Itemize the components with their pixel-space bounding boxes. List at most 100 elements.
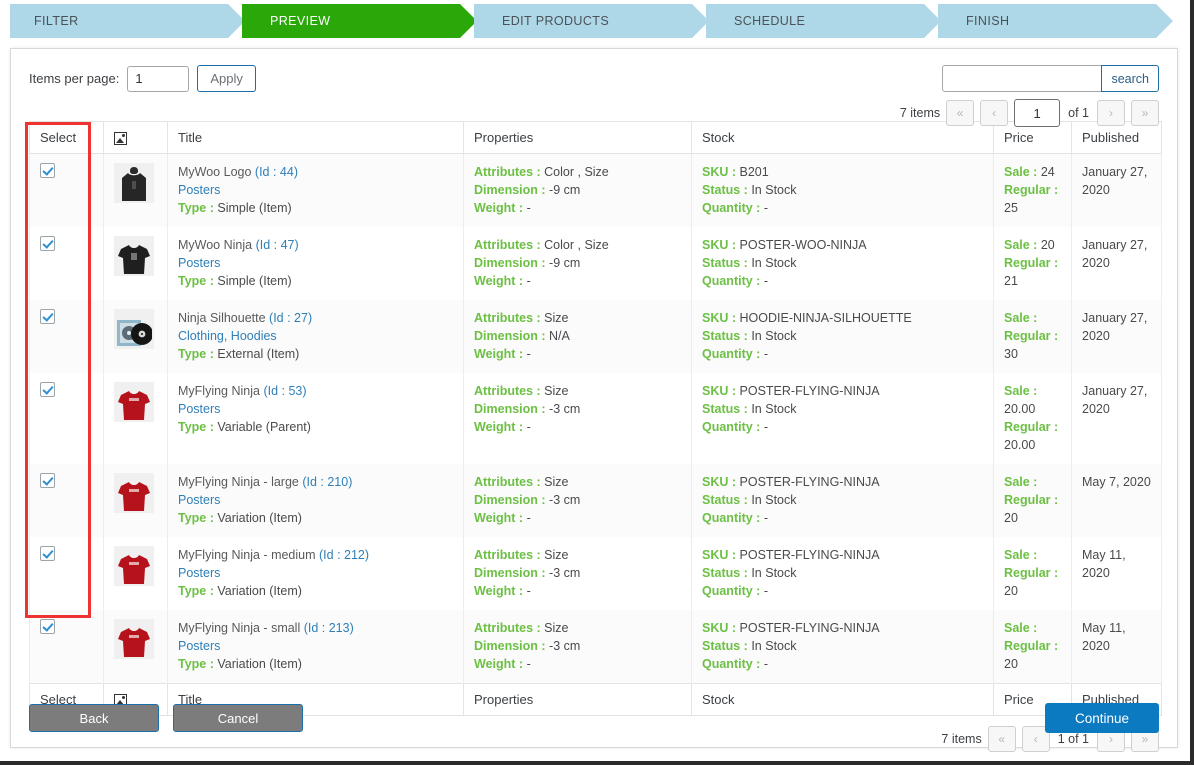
search-input[interactable] (942, 65, 1103, 92)
product-dimension: Dimension : -3 cm (474, 566, 581, 580)
product-category[interactable]: Clothing, Hoodies (178, 327, 453, 345)
product-title[interactable]: MyFlying Ninja - large (Id : 210) (178, 473, 453, 491)
row-checkbox[interactable] (40, 382, 55, 397)
items-per-page-input[interactable] (127, 65, 190, 92)
last-page-button-top[interactable]: » (1131, 100, 1159, 126)
table-row[interactable]: MyFlying Ninja - large (Id : 210) Poster… (29, 464, 1162, 537)
row-select-cell[interactable] (29, 300, 104, 373)
product-category[interactable]: Posters (178, 491, 453, 509)
step-edit-products[interactable]: EDIT PRODUCTS (474, 4, 709, 38)
product-title[interactable]: MyWoo Logo (Id : 44) (178, 163, 453, 181)
table-row[interactable]: MyWoo Logo (Id : 44) Posters Type : Simp… (29, 153, 1162, 227)
next-page-button-top[interactable]: › (1097, 100, 1125, 126)
row-checkbox[interactable] (40, 163, 55, 178)
product-thumbnail (114, 309, 154, 349)
product-regular-price: Regular : 20.00 (1004, 420, 1059, 452)
search-button[interactable]: search (1101, 65, 1159, 92)
prev-page-button-top[interactable]: ‹ (980, 100, 1009, 126)
row-image-cell (103, 537, 168, 610)
row-title-cell: MyWoo Logo (Id : 44) Posters Type : Simp… (167, 153, 464, 227)
product-weight: Weight : - (474, 274, 531, 288)
product-sku: SKU : POSTER-FLYING-NINJA (702, 621, 880, 635)
row-title-cell: MyFlying Ninja (Id : 53) Posters Type : … (167, 373, 464, 464)
row-checkbox[interactable] (40, 236, 55, 251)
step-filter[interactable]: FILTER (10, 4, 245, 38)
step-schedule[interactable]: SCHEDULE (706, 4, 941, 38)
row-checkbox[interactable] (40, 473, 55, 488)
back-button[interactable]: Back (29, 704, 159, 732)
header-properties[interactable]: Properties (463, 121, 692, 154)
product-title[interactable]: MyFlying Ninja - small (Id : 213) (178, 619, 453, 637)
product-status: Status : In Stock (702, 183, 797, 197)
row-checkbox[interactable] (40, 546, 55, 561)
apply-button[interactable]: Apply (197, 65, 256, 92)
row-select-cell[interactable] (29, 537, 104, 610)
product-category[interactable]: Posters (178, 400, 453, 418)
first-page-button-top[interactable]: « (946, 100, 975, 126)
row-select-cell[interactable] (29, 373, 104, 464)
product-quantity: Quantity : - (702, 511, 768, 525)
continue-button[interactable]: Continue (1045, 703, 1159, 733)
step-label: FINISH (966, 14, 1010, 28)
row-title-cell: MyWoo Ninja (Id : 47) Posters Type : Sim… (167, 227, 464, 300)
table-row[interactable]: MyFlying Ninja - medium (Id : 212) Poste… (29, 537, 1162, 610)
product-category[interactable]: Posters (178, 564, 453, 582)
product-weight: Weight : - (474, 511, 531, 525)
product-sku: SKU : POSTER-FLYING-NINJA (702, 475, 880, 489)
row-checkbox[interactable] (40, 619, 55, 634)
step-label: SCHEDULE (734, 14, 806, 28)
product-sku: SKU : HOODIE-NINJA-SILHOUETTE (702, 311, 912, 325)
row-published-cell: May 11, 2020 (1071, 537, 1162, 610)
header-select[interactable]: Select (29, 121, 104, 154)
row-properties-cell: Attributes : Color , Size Dimension : -9… (463, 153, 692, 227)
items-count-bottom: 7 items (941, 732, 982, 746)
step-preview[interactable]: PREVIEW (242, 4, 477, 38)
product-title[interactable]: Ninja Silhouette (Id : 27) (178, 309, 453, 327)
product-title[interactable]: MyFlying Ninja (Id : 53) (178, 382, 453, 400)
header-image[interactable] (103, 121, 168, 154)
row-image-cell (103, 464, 168, 537)
step-finish[interactable]: FINISH (938, 4, 1173, 38)
product-category[interactable]: Posters (178, 637, 453, 655)
step-label: FILTER (34, 14, 79, 28)
product-quantity: Quantity : - (702, 347, 768, 361)
row-select-cell[interactable] (29, 227, 104, 300)
row-image-cell (103, 373, 168, 464)
table-row[interactable]: Ninja Silhouette (Id : 27) Clothing, Hoo… (29, 300, 1162, 373)
row-published-cell: January 27, 2020 (1071, 300, 1162, 373)
page-number-input-top[interactable] (1014, 99, 1061, 127)
row-price-cell: Sale : Regular : 20 (993, 464, 1072, 537)
product-type: Type : Simple (Item) (178, 274, 292, 288)
product-sale-price: Sale : (1004, 475, 1038, 489)
table-row[interactable]: MyFlying Ninja (Id : 53) Posters Type : … (29, 373, 1162, 464)
product-status: Status : In Stock (702, 493, 797, 507)
product-title[interactable]: MyWoo Ninja (Id : 47) (178, 236, 453, 254)
table-row[interactable]: MyFlying Ninja - small (Id : 213) Poster… (29, 610, 1162, 684)
row-properties-cell: Attributes : Size Dimension : -3 cm Weig… (463, 537, 692, 610)
row-stock-cell: SKU : B201 Status : In Stock Quantity : … (691, 153, 994, 227)
product-category[interactable]: Posters (178, 181, 453, 199)
product-dimension: Dimension : N/A (474, 329, 570, 343)
product-id: (Id : 212) (319, 548, 370, 562)
product-category[interactable]: Posters (178, 254, 453, 272)
page-of-label-bottom: 1 of 1 (1057, 732, 1089, 746)
table-row[interactable]: MyWoo Ninja (Id : 47) Posters Type : Sim… (29, 227, 1162, 300)
row-select-cell[interactable] (29, 153, 104, 227)
row-properties-cell: Attributes : Size Dimension : N/A Weight… (463, 300, 692, 373)
product-title[interactable]: MyFlying Ninja - medium (Id : 212) (178, 546, 453, 564)
row-select-cell[interactable] (29, 610, 104, 684)
product-attributes: Attributes : Size (474, 548, 569, 562)
product-dimension: Dimension : -3 cm (474, 493, 581, 507)
pagination-top: 7 items « ‹ of 1 › » (900, 99, 1159, 127)
product-weight: Weight : - (474, 347, 531, 361)
product-weight: Weight : - (474, 420, 531, 434)
row-checkbox[interactable] (40, 309, 55, 324)
row-select-cell[interactable] (29, 464, 104, 537)
row-stock-cell: SKU : POSTER-FLYING-NINJA Status : In St… (691, 373, 994, 464)
product-sku: SKU : POSTER-FLYING-NINJA (702, 548, 880, 562)
product-status: Status : In Stock (702, 256, 797, 270)
wizard-page: FILTER PREVIEW EDIT PRODUCTS SCHEDULE FI… (0, 0, 1194, 765)
header-title[interactable]: Title (167, 121, 464, 154)
cancel-button[interactable]: Cancel (173, 704, 303, 732)
product-attributes: Attributes : Color , Size (474, 238, 609, 252)
